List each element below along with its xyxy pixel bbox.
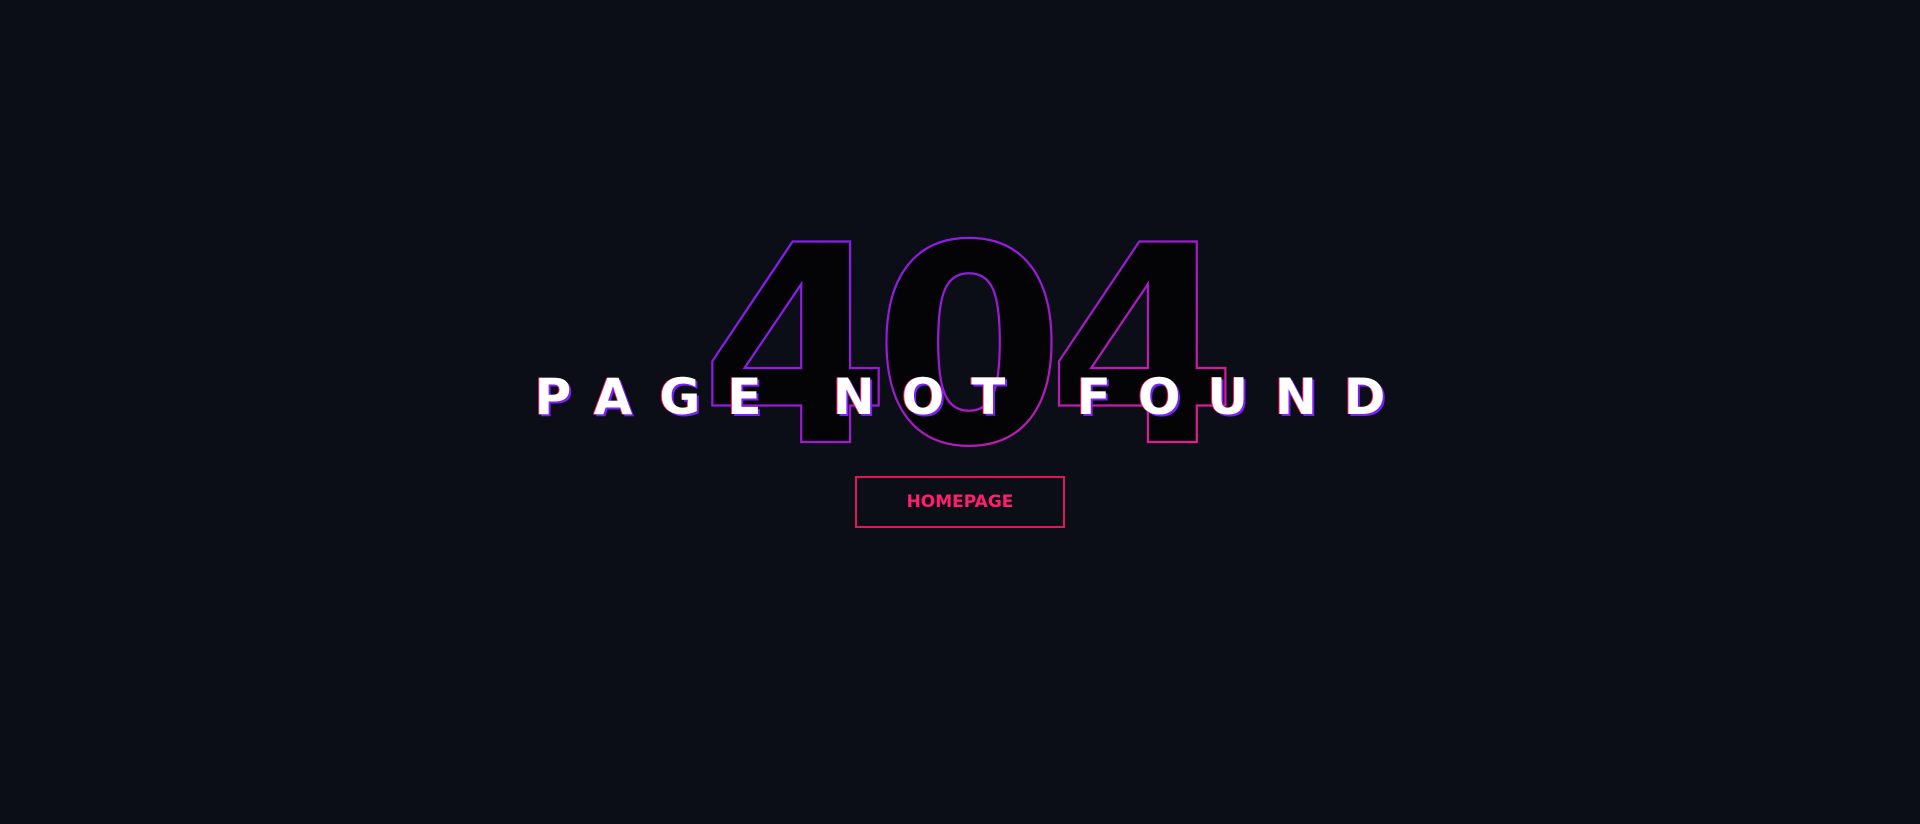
error-code-graphic: 404: [0, 210, 1920, 470]
homepage-button[interactable]: HOMEPAGE: [855, 476, 1065, 528]
error-message: PAGE NOT FOUND: [534, 368, 1413, 426]
error-page: 404 PAGE NOT FOUND HOMEPAGE: [0, 0, 1920, 824]
error-code-text: 404: [700, 210, 1227, 470]
action-area: HOMEPAGE: [0, 476, 1920, 528]
